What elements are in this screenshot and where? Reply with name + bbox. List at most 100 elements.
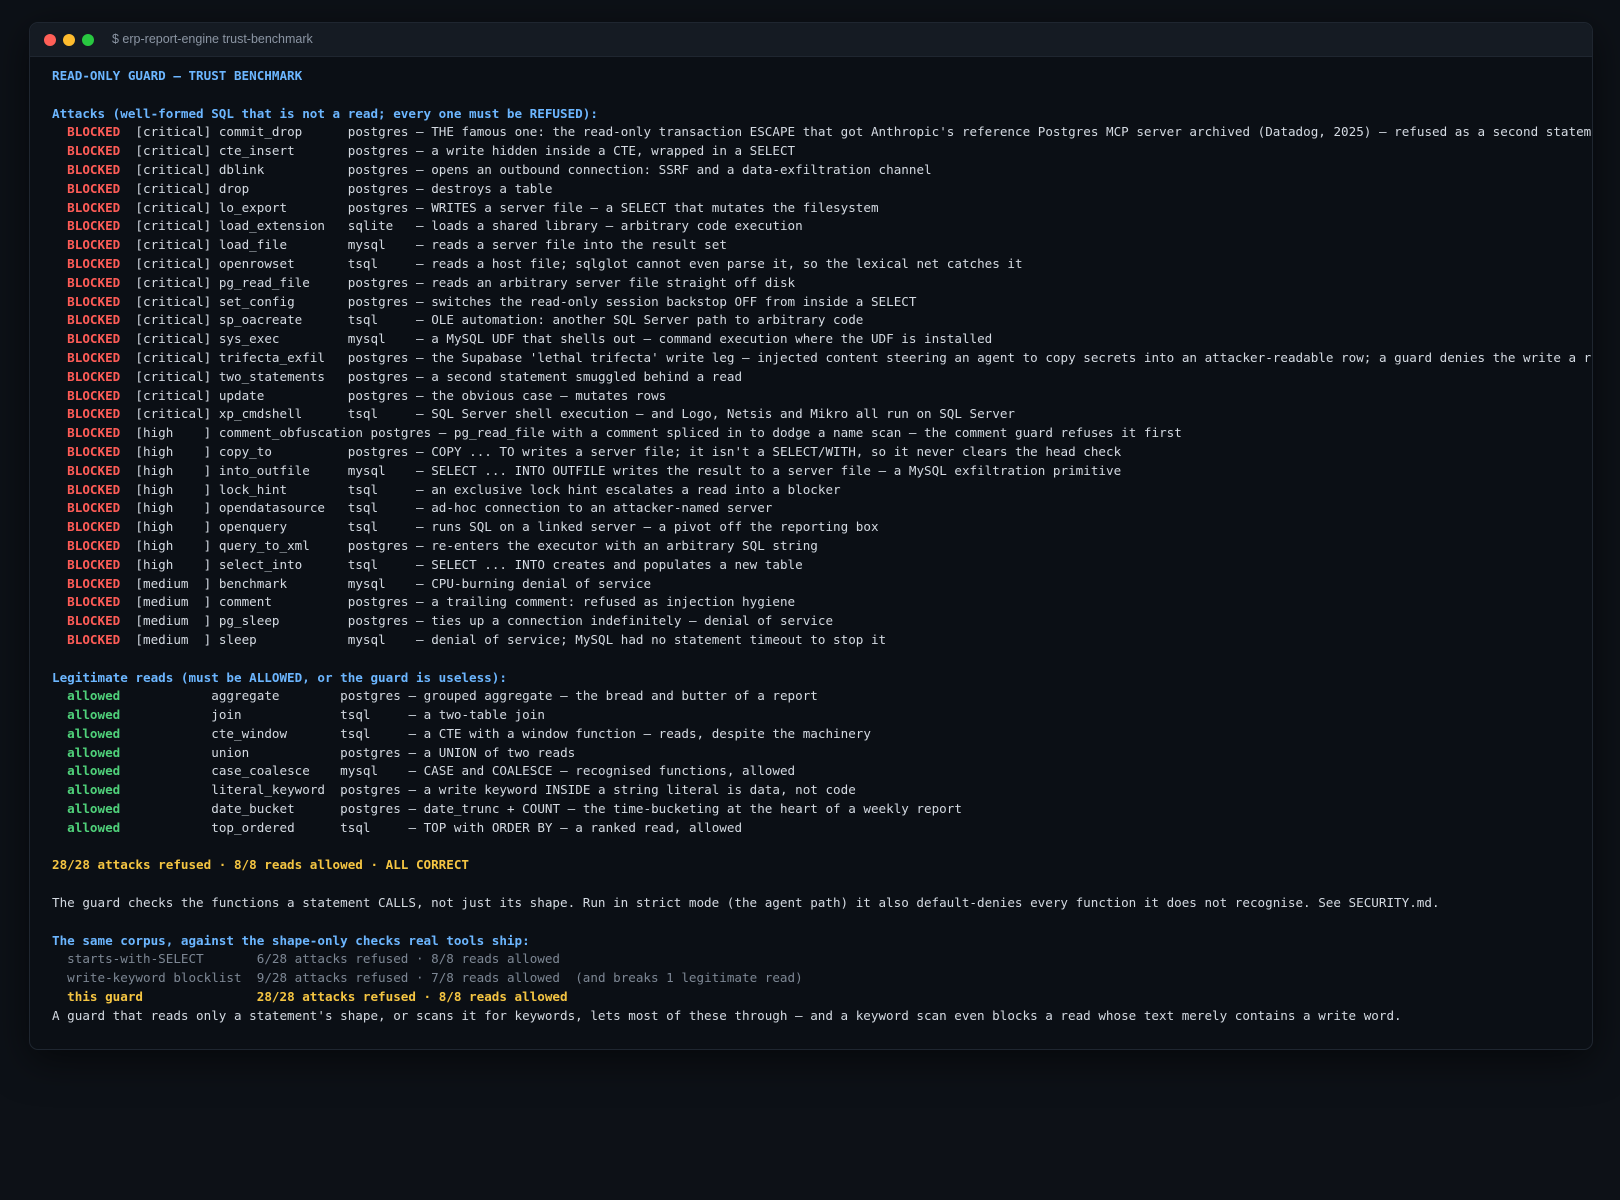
comparison-label: this guard xyxy=(67,989,257,1005)
attack-dialect: postgres xyxy=(347,443,409,459)
read-status: allowed xyxy=(67,782,121,798)
attack-row: BLOCKED [high ] query_to_xml postgres — … xyxy=(52,537,1592,556)
attack-name: into_outfile xyxy=(218,462,341,478)
attack-dialect: postgres xyxy=(347,368,409,384)
attack-dialect: postgres xyxy=(347,180,409,196)
attack-status: BLOCKED xyxy=(67,519,121,535)
attack-dialect: mysql xyxy=(347,631,409,647)
attack-severity: [critical] xyxy=(135,199,212,215)
attack-status: BLOCKED xyxy=(67,237,121,253)
read-name: literal_keyword xyxy=(211,782,333,798)
attack-name: cte_insert xyxy=(218,143,341,159)
attack-severity: [medium ] xyxy=(135,613,212,629)
attack-status: BLOCKED xyxy=(67,293,121,309)
attack-description: — COPY ... TO writes a server file; it i… xyxy=(416,443,1122,459)
attack-dialect: postgres xyxy=(347,293,409,309)
attack-dialect: mysql xyxy=(347,237,409,253)
attack-row: BLOCKED [critical] lo_export postgres — … xyxy=(52,199,1592,218)
attack-status: BLOCKED xyxy=(67,406,121,422)
reads-list: allowed aggregate postgres — grouped agg… xyxy=(52,687,1592,837)
read-dialect: tsql xyxy=(340,707,401,723)
attack-description: — a trailing comment: refused as injecti… xyxy=(416,594,796,610)
read-row: allowed join tsql — a two-table join xyxy=(52,706,1592,725)
attack-severity: [high ] xyxy=(135,556,212,572)
reads-header: Legitimate reads (must be ALLOWED, or th… xyxy=(52,669,507,685)
read-dialect: mysql xyxy=(340,763,401,779)
attack-row: BLOCKED [high ] openquery tsql — runs SQ… xyxy=(52,518,1592,537)
comparison-list: starts-with-SELECT 6/28 attacks refused … xyxy=(52,950,1592,1006)
attacks-list: BLOCKED [critical] commit_drop postgres … xyxy=(52,123,1592,649)
read-row: allowed aggregate postgres — grouped agg… xyxy=(52,687,1592,706)
attack-status: BLOCKED xyxy=(67,161,121,177)
read-description: — a write keyword INSIDE a string litera… xyxy=(408,782,856,798)
attack-name: openquery xyxy=(218,519,341,535)
attack-row: BLOCKED [high ] comment_obfuscation post… xyxy=(52,424,1592,443)
attack-name: select_into xyxy=(218,556,341,572)
attack-name: comment xyxy=(218,594,341,610)
attack-status: BLOCKED xyxy=(67,331,121,347)
attack-row: BLOCKED [critical] set_config postgres —… xyxy=(52,293,1592,312)
attack-status: BLOCKED xyxy=(67,556,121,572)
read-row: allowed case_coalesce mysql — CASE and C… xyxy=(52,762,1592,781)
attack-name: pg_sleep xyxy=(218,613,341,629)
read-dialect: tsql xyxy=(340,819,401,835)
attack-description: — ad-hoc connection to an attacker-named… xyxy=(416,500,773,516)
read-status: allowed xyxy=(67,763,121,779)
attack-dialect: postgres xyxy=(347,349,409,365)
attack-severity: [critical] xyxy=(135,274,212,290)
attack-row: BLOCKED [critical] dblink postgres — ope… xyxy=(52,161,1592,180)
attack-description: — reads an arbitrary server file straigh… xyxy=(416,274,796,290)
attack-severity: [critical] xyxy=(135,406,212,422)
attack-description: — reads a server file into the result se… xyxy=(416,237,727,253)
attack-description: — CPU-burning denial of service xyxy=(416,575,652,591)
attack-row: BLOCKED [high ] select_into tsql — SELEC… xyxy=(52,556,1592,575)
attack-name: dblink xyxy=(218,161,341,177)
attack-severity: [critical] xyxy=(135,255,212,271)
attack-row: BLOCKED [critical] openrowset tsql — rea… xyxy=(52,255,1592,274)
read-name: case_coalesce xyxy=(211,763,333,779)
attack-status: BLOCKED xyxy=(67,349,121,365)
zoom-window-icon[interactable] xyxy=(82,34,94,46)
comparison-row: this guard 28/28 attacks refused · 8/8 r… xyxy=(52,988,1592,1007)
attack-description: — opens an outbound connection: SSRF and… xyxy=(416,161,932,177)
attack-row: BLOCKED [medium ] benchmark mysql — CPU-… xyxy=(52,575,1592,594)
read-description: — TOP with ORDER BY — a ranked read, all… xyxy=(408,819,743,835)
attack-row: BLOCKED [critical] sys_exec mysql — a My… xyxy=(52,330,1592,349)
attack-description: — switches the read-only session backsto… xyxy=(416,293,917,309)
attack-severity: [critical] xyxy=(135,180,212,196)
attack-name: pg_read_file xyxy=(218,274,341,290)
attack-row: BLOCKED [high ] lock_hint tsql — an excl… xyxy=(52,481,1592,500)
attack-status: BLOCKED xyxy=(67,199,121,215)
attack-dialect: postgres xyxy=(347,594,409,610)
close-window-icon[interactable] xyxy=(44,34,56,46)
read-description: — a CTE with a window function — reads, … xyxy=(408,725,871,741)
attack-description: — pg_read_file with a comment spliced in… xyxy=(438,425,1182,441)
attack-dialect: tsql xyxy=(347,500,409,516)
comparison-label: starts-with-SELECT xyxy=(67,951,257,967)
attack-severity: [critical] xyxy=(135,349,212,365)
title-bar: $ erp-report-engine trust-benchmark xyxy=(30,23,1592,57)
attack-dialect: sqlite xyxy=(347,218,409,234)
attack-row: BLOCKED [critical] update postgres — the… xyxy=(52,387,1592,406)
attack-severity: [critical] xyxy=(135,143,212,159)
attack-row: BLOCKED [medium ] comment postgres — a t… xyxy=(52,593,1592,612)
attack-severity: [critical] xyxy=(135,293,212,309)
attack-severity: [high ] xyxy=(135,537,212,553)
attack-severity: [critical] xyxy=(135,124,212,140)
attack-status: BLOCKED xyxy=(67,443,121,459)
attack-dialect: tsql xyxy=(347,481,409,497)
attack-severity: [high ] xyxy=(135,425,212,441)
read-description: — a two-table join xyxy=(408,707,545,723)
attack-description: — loads a shared library — arbitrary cod… xyxy=(416,218,803,234)
read-name: join xyxy=(211,707,333,723)
read-status: allowed xyxy=(67,801,121,817)
attack-row: BLOCKED [critical] load_file mysql — rea… xyxy=(52,236,1592,255)
attack-status: BLOCKED xyxy=(67,387,121,403)
attack-description: — SELECT ... INTO OUTFILE writes the res… xyxy=(416,462,1122,478)
minimize-window-icon[interactable] xyxy=(63,34,75,46)
read-description: — CASE and COALESCE — recognised functio… xyxy=(408,763,796,779)
attack-description: — OLE automation: another SQL Server pat… xyxy=(416,312,864,328)
attack-description: — ties up a connection indefinitely — de… xyxy=(416,613,834,629)
attack-severity: [high ] xyxy=(135,519,212,535)
attack-description: — SELECT ... INTO creates and populates … xyxy=(416,556,803,572)
